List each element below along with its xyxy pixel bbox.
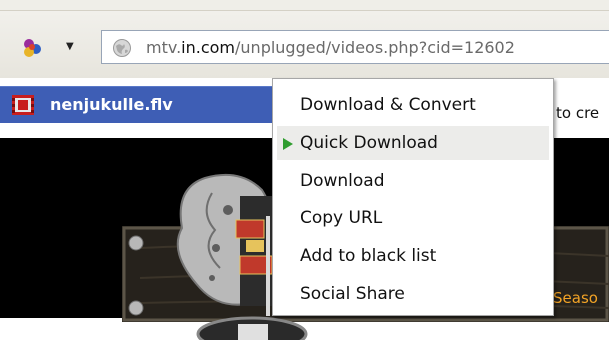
toolbar-top-edge bbox=[0, 0, 609, 11]
menu-item-label: Copy URL bbox=[300, 208, 383, 228]
page-text-fragment: to cre bbox=[556, 104, 600, 122]
addon-dropdown-arrow-icon[interactable]: ▼ bbox=[66, 39, 74, 55]
download-context-menu: Download & Convert Quick Download Downlo… bbox=[272, 78, 554, 316]
url-text[interactable]: mtv.in.com/unplugged/videos.php?cid=1260… bbox=[146, 38, 515, 58]
menu-item-label: Add to black list bbox=[300, 246, 437, 266]
url-subdomain: mtv. bbox=[146, 38, 182, 57]
globe-icon bbox=[113, 39, 131, 57]
menu-item-copy-url[interactable]: Copy URL bbox=[277, 201, 549, 235]
addon-icon[interactable] bbox=[22, 37, 44, 59]
film-icon bbox=[12, 95, 34, 115]
address-bar[interactable]: mtv.in.com/unplugged/videos.php?cid=1260… bbox=[101, 30, 609, 64]
menu-item-download-convert[interactable]: Download & Convert bbox=[277, 88, 549, 122]
menu-item-add-to-black-list[interactable]: Add to black list bbox=[277, 239, 549, 273]
play-arrow-icon bbox=[283, 138, 293, 150]
menu-item-label: Social Share bbox=[300, 284, 405, 304]
menu-item-label: Download bbox=[300, 171, 385, 191]
menu-item-social-share[interactable]: Social Share bbox=[277, 277, 549, 311]
flv-filename[interactable]: nenjukulle.flv bbox=[50, 95, 173, 115]
url-path: /unplugged/videos.php?cid=12602 bbox=[235, 38, 515, 57]
menu-item-download[interactable]: Download bbox=[277, 164, 549, 198]
browser-toolbar: ▼ mtv.in.com/unplugged/videos.php?cid=12… bbox=[0, 0, 609, 78]
url-domain: in.com bbox=[181, 38, 236, 57]
flv-download-bar[interactable]: nenjukulle.flv bbox=[0, 86, 286, 123]
menu-item-quick-download[interactable]: Quick Download bbox=[277, 126, 549, 160]
season-text: Seaso bbox=[553, 289, 598, 307]
menu-item-label: Download & Convert bbox=[300, 95, 476, 115]
menu-item-label: Quick Download bbox=[300, 133, 438, 153]
